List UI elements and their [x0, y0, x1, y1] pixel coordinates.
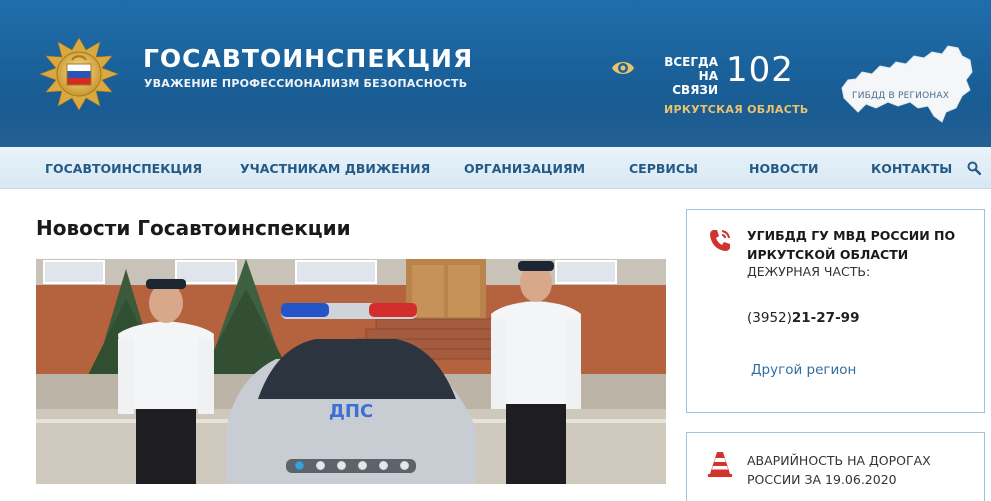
- phone-code: (3952): [747, 310, 792, 326]
- accident-stats-link[interactable]: АВАРИЙНОСТЬ НА ДОРОГАХ РОССИИ ЗА 19.06.2…: [747, 451, 972, 489]
- site-header: ГОСАВТОИНСПЕКЦИЯ УВАЖЕНИЕ ПРОФЕССИОНАЛИЗ…: [0, 0, 991, 147]
- slider-dot-5[interactable]: [379, 461, 388, 470]
- brand-title[interactable]: ГОСАВТОИНСПЕКЦИЯ: [143, 44, 473, 73]
- traffic-cone-icon: [708, 452, 732, 477]
- map-label[interactable]: ГИБДД В РЕГИОНАХ: [852, 91, 949, 101]
- duty-label: ДЕЖУРНАЯ ЧАСТЬ:: [747, 264, 871, 279]
- nav-item-contacts[interactable]: КОНТАКТЫ: [871, 161, 952, 176]
- russia-map-icon[interactable]: [836, 42, 976, 128]
- nav-item-news[interactable]: НОВОСТИ: [749, 161, 818, 176]
- search-icon[interactable]: [967, 161, 981, 175]
- slider-dot-1[interactable]: [295, 461, 304, 470]
- phone-icon: [710, 230, 730, 251]
- gibdd-emblem-icon[interactable]: [34, 32, 124, 114]
- slider-dot-3[interactable]: [337, 461, 346, 470]
- always-line2: НА СВЯЗИ: [672, 69, 718, 97]
- nav-item-organizations[interactable]: ОРГАНИЗАЦИЯМ: [464, 161, 585, 176]
- nav-item-services[interactable]: СЕРВИСЫ: [629, 161, 698, 176]
- other-region-link[interactable]: Другой регион: [751, 362, 856, 378]
- main-nav: ГОСАВТОИНСПЕКЦИЯ УЧАСТНИКАМ ДВИЖЕНИЯ ОРГ…: [0, 147, 991, 189]
- hotline-number: 102: [726, 50, 794, 90]
- page-title: Новости Госавтоинспекции: [36, 216, 351, 240]
- department-title: УГИБДД ГУ МВД РОССИИ ПО ИРКУТСКОЙ ОБЛАСТ…: [747, 228, 956, 262]
- brand-subtitle: УВАЖЕНИЕ ПРОФЕССИОНАЛИЗМ БЕЗОПАСНОСТЬ: [144, 77, 468, 90]
- slider-dot-2[interactable]: [316, 461, 325, 470]
- slider-dot-4[interactable]: [358, 461, 367, 470]
- slider-dot-6[interactable]: [400, 461, 409, 470]
- region-name[interactable]: ИРКУТСКАЯ ОБЛАСТЬ: [664, 103, 809, 116]
- always-on-call-label: ВСЕГДА НА СВЯЗИ: [652, 55, 718, 97]
- car-dps-text: ДПС: [329, 401, 373, 422]
- always-line1: ВСЕГДА: [664, 55, 718, 69]
- duty-phone[interactable]: (3952)21-27-99: [747, 310, 859, 326]
- nav-item-gosavtoinspekciya[interactable]: ГОСАВТОИНСПЕКЦИЯ: [45, 161, 202, 176]
- news-slider-image[interactable]: ДПС: [36, 259, 666, 484]
- nav-item-participants[interactable]: УЧАСТНИКАМ ДВИЖЕНИЯ: [240, 161, 430, 176]
- eye-icon[interactable]: [611, 58, 635, 78]
- news-photo: ДПС: [36, 259, 666, 484]
- phone-number: 21-27-99: [791, 310, 860, 326]
